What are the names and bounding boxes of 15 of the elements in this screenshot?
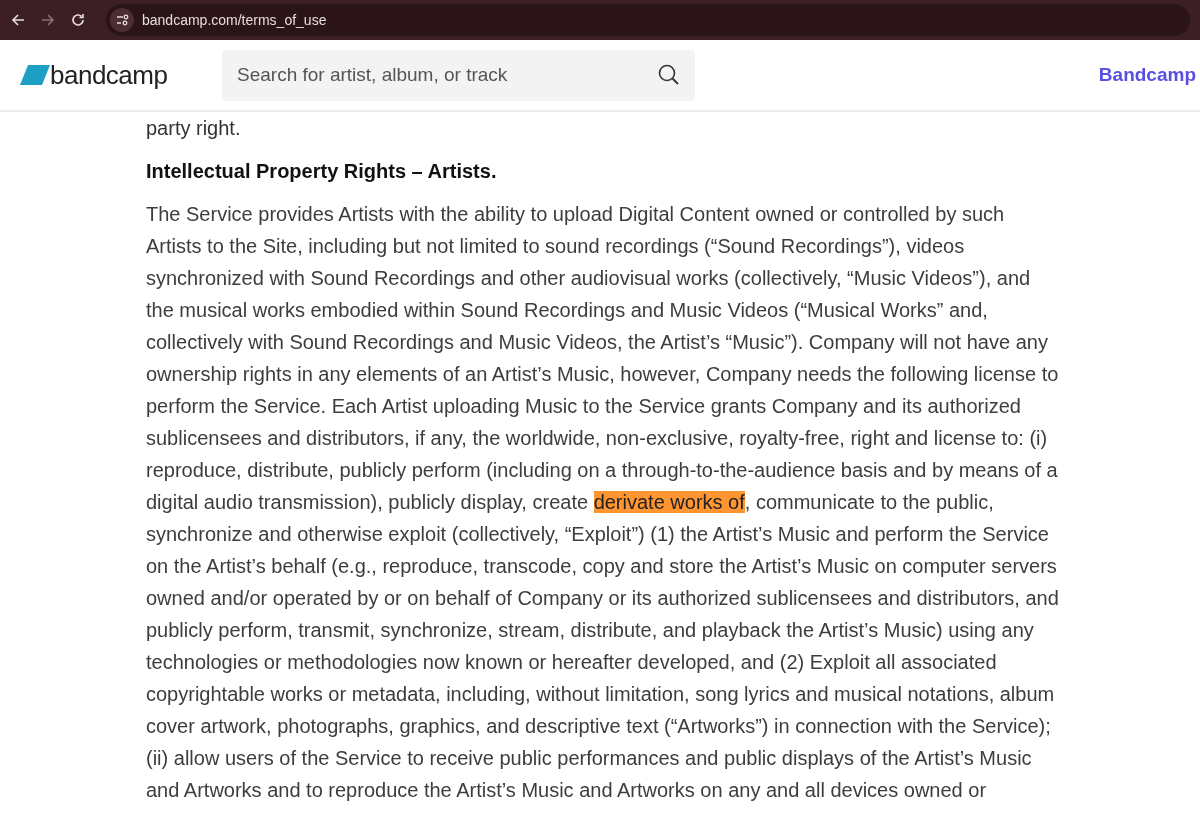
forward-icon[interactable] [40, 12, 56, 28]
search-field[interactable]: Search for artist, album, or track [222, 49, 695, 101]
reload-icon[interactable] [70, 12, 86, 28]
section-heading: Intellectual Property Rights – Artists. [146, 159, 497, 184]
back-icon[interactable] [10, 12, 26, 28]
logo-wordmark[interactable]: bandcamp [50, 62, 168, 88]
bandcamp-link[interactable]: Bandcamp [1098, 60, 1196, 90]
logo-icon [20, 65, 50, 85]
url-text: bandcamp.com/terms_of_use [142, 10, 327, 30]
paragraph: The Service provides Artists with the ability to upload Digital Content owned or controlled by such Artists to the Site, including but not limited to sound recordings (“Sound Recordings”), videos synchronized with Sound Recordings and other audiovisual works (collectively, “Music Videos”), and the musical works embodied within Sound Recordings and Music Videos (“Musical Works” and, collectively with Sound Recordings and Music Videos, the Artist’s “Music”). Company will not have any ownership rights in any elements of an Artist’s Music, however, Company needs the following license to perform the Service. Each Artist uploading Music to the Service grants Company and its authorized sublicensees and distributors, if any, the worldwide, non-exclusive, royalty-free, right and license to: (i) reproduce, distribute, publicly perform (including on a through-to-the-audience basis and by means of a digital audio transmission), publicly display, create derivate works of, communicate to the public, synchronize and otherwise exploit (collectively, “Exploit”) (1) the Artist’s Music and perform the Service on the Artist’s behalf (e.g., reproduce, transcode, copy and store the Artist’s Music on computer servers owned and/or operated by or on behalf of Company or its authorized sublicensees and distributors, and publicly perform, transmit, synchronize, stream, distribute, and playback the Artist’s Music) using any technologies or methodologies now known or hereafter developed, and (2) Exploit all associated copyrightable works or metadata, including, without limitation, song lyrics and musical notations, album cover artwork, photographs, graphics, and descriptive text (“Artworks”) in connection with the Service); (ii) allow users of the Service to receive public performances and public displays of the Artist’s Music and Artworks and to reproduce the Artist’s Music and Artworks on any and all devices owned or [146, 202, 1059, 803]
site-settings-icon[interactable] [110, 8, 134, 32]
body-text: party right. [146, 116, 241, 140]
address-bar[interactable]: bandcamp.com/terms_of_use [106, 4, 1190, 36]
search-input[interactable]: Search for artist, album, or track [237, 60, 617, 90]
search-icon[interactable] [658, 64, 680, 86]
